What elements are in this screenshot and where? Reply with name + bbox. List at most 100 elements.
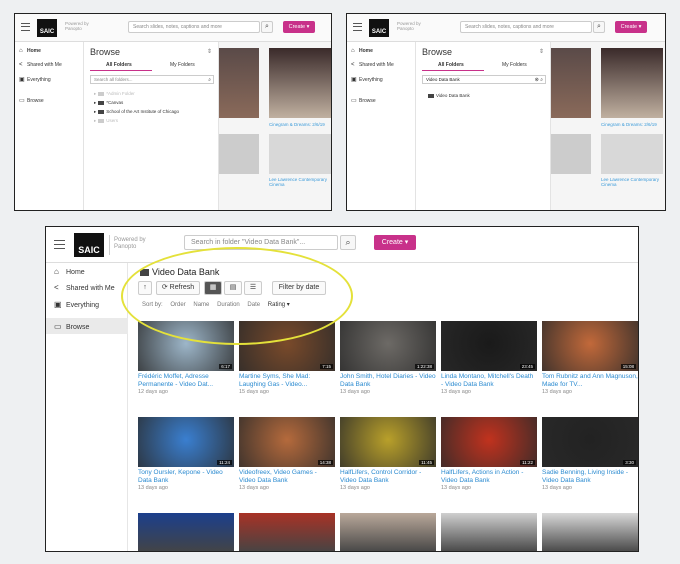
- video-title[interactable]: HalfLifers, Actions in Action - Video Da…: [441, 469, 537, 484]
- detail-view-button[interactable]: ▤: [224, 281, 242, 295]
- nav-home[interactable]: ⌂ Home: [54, 267, 85, 276]
- nav-everything[interactable]: ▣ Everything: [54, 300, 99, 309]
- folder-item[interactable]: ▸ School of the Art Institute of Chicago: [94, 109, 179, 115]
- folder-item[interactable]: ▸ *Admin Folder: [94, 91, 135, 97]
- nav-shared[interactable]: < Shared with Me: [351, 62, 394, 68]
- pin-icon[interactable]: ⇕: [539, 48, 544, 55]
- video-thumbnail[interactable]: 7:15: [239, 321, 335, 371]
- nav-shared[interactable]: < Shared with Me: [54, 283, 115, 292]
- video-title[interactable]: Cinegram & Dreams: 2/6/19: [601, 122, 663, 127]
- video-title[interactable]: HalfLifers, Control Corridor - Video Dat…: [340, 469, 436, 484]
- tab-my-folders[interactable]: My Folders: [502, 62, 527, 68]
- tab-all-folders[interactable]: All Folders: [106, 62, 132, 68]
- sort-date[interactable]: Date: [247, 302, 260, 308]
- hamburger-menu-icon[interactable]: [353, 23, 362, 31]
- video-thumbnail[interactable]: 1:22:38: [340, 321, 436, 371]
- video-title[interactable]: Cinegram & Dreams: 2/6/19: [269, 122, 331, 127]
- video-title[interactable]: Linda Montano, Mitchell's Death - Video …: [441, 373, 537, 388]
- up-button[interactable]: ↑: [138, 281, 152, 295]
- video-title[interactable]: Lee Lawrence Contemporary Cinema: [601, 177, 663, 187]
- nav-browse[interactable]: ▭ Browse: [54, 322, 89, 331]
- video-title[interactable]: Videofreex, Video Games - Video Data Ban…: [239, 469, 335, 484]
- thumbnail: [601, 48, 663, 118]
- video-title[interactable]: Frédéric Moffet, Adresse Permanente - Vi…: [138, 373, 234, 388]
- stack-icon: ▣: [54, 300, 62, 309]
- sort-rating[interactable]: Rating ▾: [268, 302, 290, 308]
- create-button[interactable]: Create ▾: [283, 21, 315, 33]
- home-icon: ⌂: [54, 267, 59, 276]
- nav-everything[interactable]: ▣ Everything: [19, 76, 51, 83]
- video-tile[interactable]: 7:15 Martine Syms, She Mad: Laughing Gas …: [239, 321, 335, 395]
- clear-and-search-icon[interactable]: ⊗ ⌕: [535, 77, 543, 83]
- list-view-button[interactable]: ☰: [244, 281, 262, 295]
- search-input[interactable]: Search in folder "Video Data Bank"...: [184, 235, 338, 250]
- nav-home[interactable]: ⌂ Home: [351, 48, 373, 54]
- sort-duration[interactable]: Duration: [217, 302, 240, 308]
- video-thumbnail[interactable]: 3:30: [542, 417, 638, 467]
- browse-title: Browse: [422, 47, 453, 57]
- folder-icon: [98, 100, 105, 105]
- video-thumbnail[interactable]: 11:22: [441, 417, 537, 467]
- video-tile[interactable]: 15:08 Tom Rubnitz and Ann Magnuson, Made …: [542, 321, 638, 395]
- video-thumbnail[interactable]: [542, 513, 638, 551]
- sort-name[interactable]: Name: [193, 302, 209, 308]
- video-thumbnail[interactable]: [239, 513, 335, 551]
- screenshot-video-data-bank-folder: SAIC Powered by Panopto Search in folder…: [45, 226, 639, 552]
- video-thumbnail[interactable]: [138, 513, 234, 551]
- video-thumbnail[interactable]: 23:45: [441, 321, 537, 371]
- video-tile[interactable]: 11:22 HalfLifers, Actions in Action - Vid…: [441, 417, 537, 491]
- search-input[interactable]: Search slides, notes, captions and more: [128, 21, 260, 33]
- powered-by-label: Powered by Panopto: [65, 21, 89, 31]
- video-tile[interactable]: 11:24 Tony Oursler, Kepone - Video Data B…: [138, 417, 234, 491]
- folder-item[interactable]: ▸ *Canvas: [94, 100, 123, 106]
- video-tile[interactable]: 6:17 Frédéric Moffet, Adresse Permanente …: [138, 321, 234, 395]
- video-title[interactable]: Sadie Benning, Living Inside - Video Dat…: [542, 469, 638, 484]
- video-tile[interactable]: 11:45 HalfLifers, Control Corridor - Vide…: [340, 417, 436, 491]
- filter-by-date-button[interactable]: Filter by date: [272, 281, 326, 295]
- video-thumbnail[interactable]: 11:24: [138, 417, 234, 467]
- video-thumbnail[interactable]: [340, 513, 436, 551]
- video-thumbnail[interactable]: [441, 513, 537, 551]
- video-tile[interactable]: 14:38 Videofreex, Video Games - Video Dat…: [239, 417, 335, 491]
- video-thumbnail[interactable]: 14:38: [239, 417, 335, 467]
- search-button[interactable]: ⌕: [340, 235, 356, 250]
- powered-by-label: Powered by Panopto: [114, 237, 146, 250]
- tab-my-folders[interactable]: My Folders: [170, 62, 195, 68]
- nav-browse[interactable]: ▭ Browse: [351, 97, 376, 104]
- video-title[interactable]: Lee Lawrence Contemporary Cinema: [269, 177, 331, 187]
- video-title[interactable]: Martine Syms, She Mad: Laughing Gas - Vi…: [239, 373, 335, 388]
- refresh-button[interactable]: ⟳ Refresh: [156, 281, 200, 295]
- sort-order[interactable]: Order: [170, 302, 185, 308]
- nav-home[interactable]: ⌂ Home: [19, 48, 41, 54]
- create-button[interactable]: Create ▾: [374, 235, 416, 250]
- video-title[interactable]: John Smith, Hotel Diaries - Video Data B…: [340, 373, 436, 388]
- video-thumbnail[interactable]: 6:17: [138, 321, 234, 371]
- folder-search-input[interactable]: Search all folders... ⌕: [90, 75, 214, 84]
- grid-icon: ▦: [209, 284, 217, 291]
- folder-search-input[interactable]: Video Data Bank ⊗ ⌕: [422, 75, 546, 84]
- video-thumbnail[interactable]: 11:45: [340, 417, 436, 467]
- refresh-icon: ⟳: [161, 284, 168, 291]
- video-tile[interactable]: 23:45 Linda Montano, Mitchell's Death - V…: [441, 321, 537, 395]
- nav-shared[interactable]: < Shared with Me: [19, 62, 62, 68]
- video-tile[interactable]: 1:22:38 John Smith, Hotel Diaries - Video…: [340, 321, 436, 395]
- video-thumbnail[interactable]: 15:08: [542, 321, 638, 371]
- video-tile[interactable]: 3:30 Sadie Benning, Living Inside - Video…: [542, 417, 638, 491]
- nav-everything[interactable]: ▣ Everything: [351, 76, 383, 83]
- tab-all-folders[interactable]: All Folders: [438, 62, 464, 68]
- search-input[interactable]: Search slides, notes, captions and more: [460, 21, 592, 33]
- tile-view-button[interactable]: ▦: [204, 281, 222, 295]
- nav-browse[interactable]: ▭ Browse: [19, 97, 44, 104]
- search-button[interactable]: ⌕: [593, 21, 605, 33]
- video-title[interactable]: Tony Oursler, Kepone - Video Data Bank: [138, 469, 234, 484]
- duration-badge: 14:38: [317, 460, 333, 465]
- hamburger-menu-icon[interactable]: [21, 23, 30, 31]
- folder-result[interactable]: Video Data Bank: [426, 93, 470, 98]
- folder-item[interactable]: ▸ Users: [94, 118, 118, 124]
- video-title[interactable]: Tom Rubnitz and Ann Magnuson, Made for T…: [542, 373, 638, 388]
- search-button[interactable]: ⌕: [261, 21, 273, 33]
- create-button[interactable]: Create ▾: [615, 21, 647, 33]
- pin-icon[interactable]: ⇕: [207, 48, 212, 55]
- share-icon: <: [19, 62, 23, 68]
- hamburger-menu-icon[interactable]: [54, 240, 65, 249]
